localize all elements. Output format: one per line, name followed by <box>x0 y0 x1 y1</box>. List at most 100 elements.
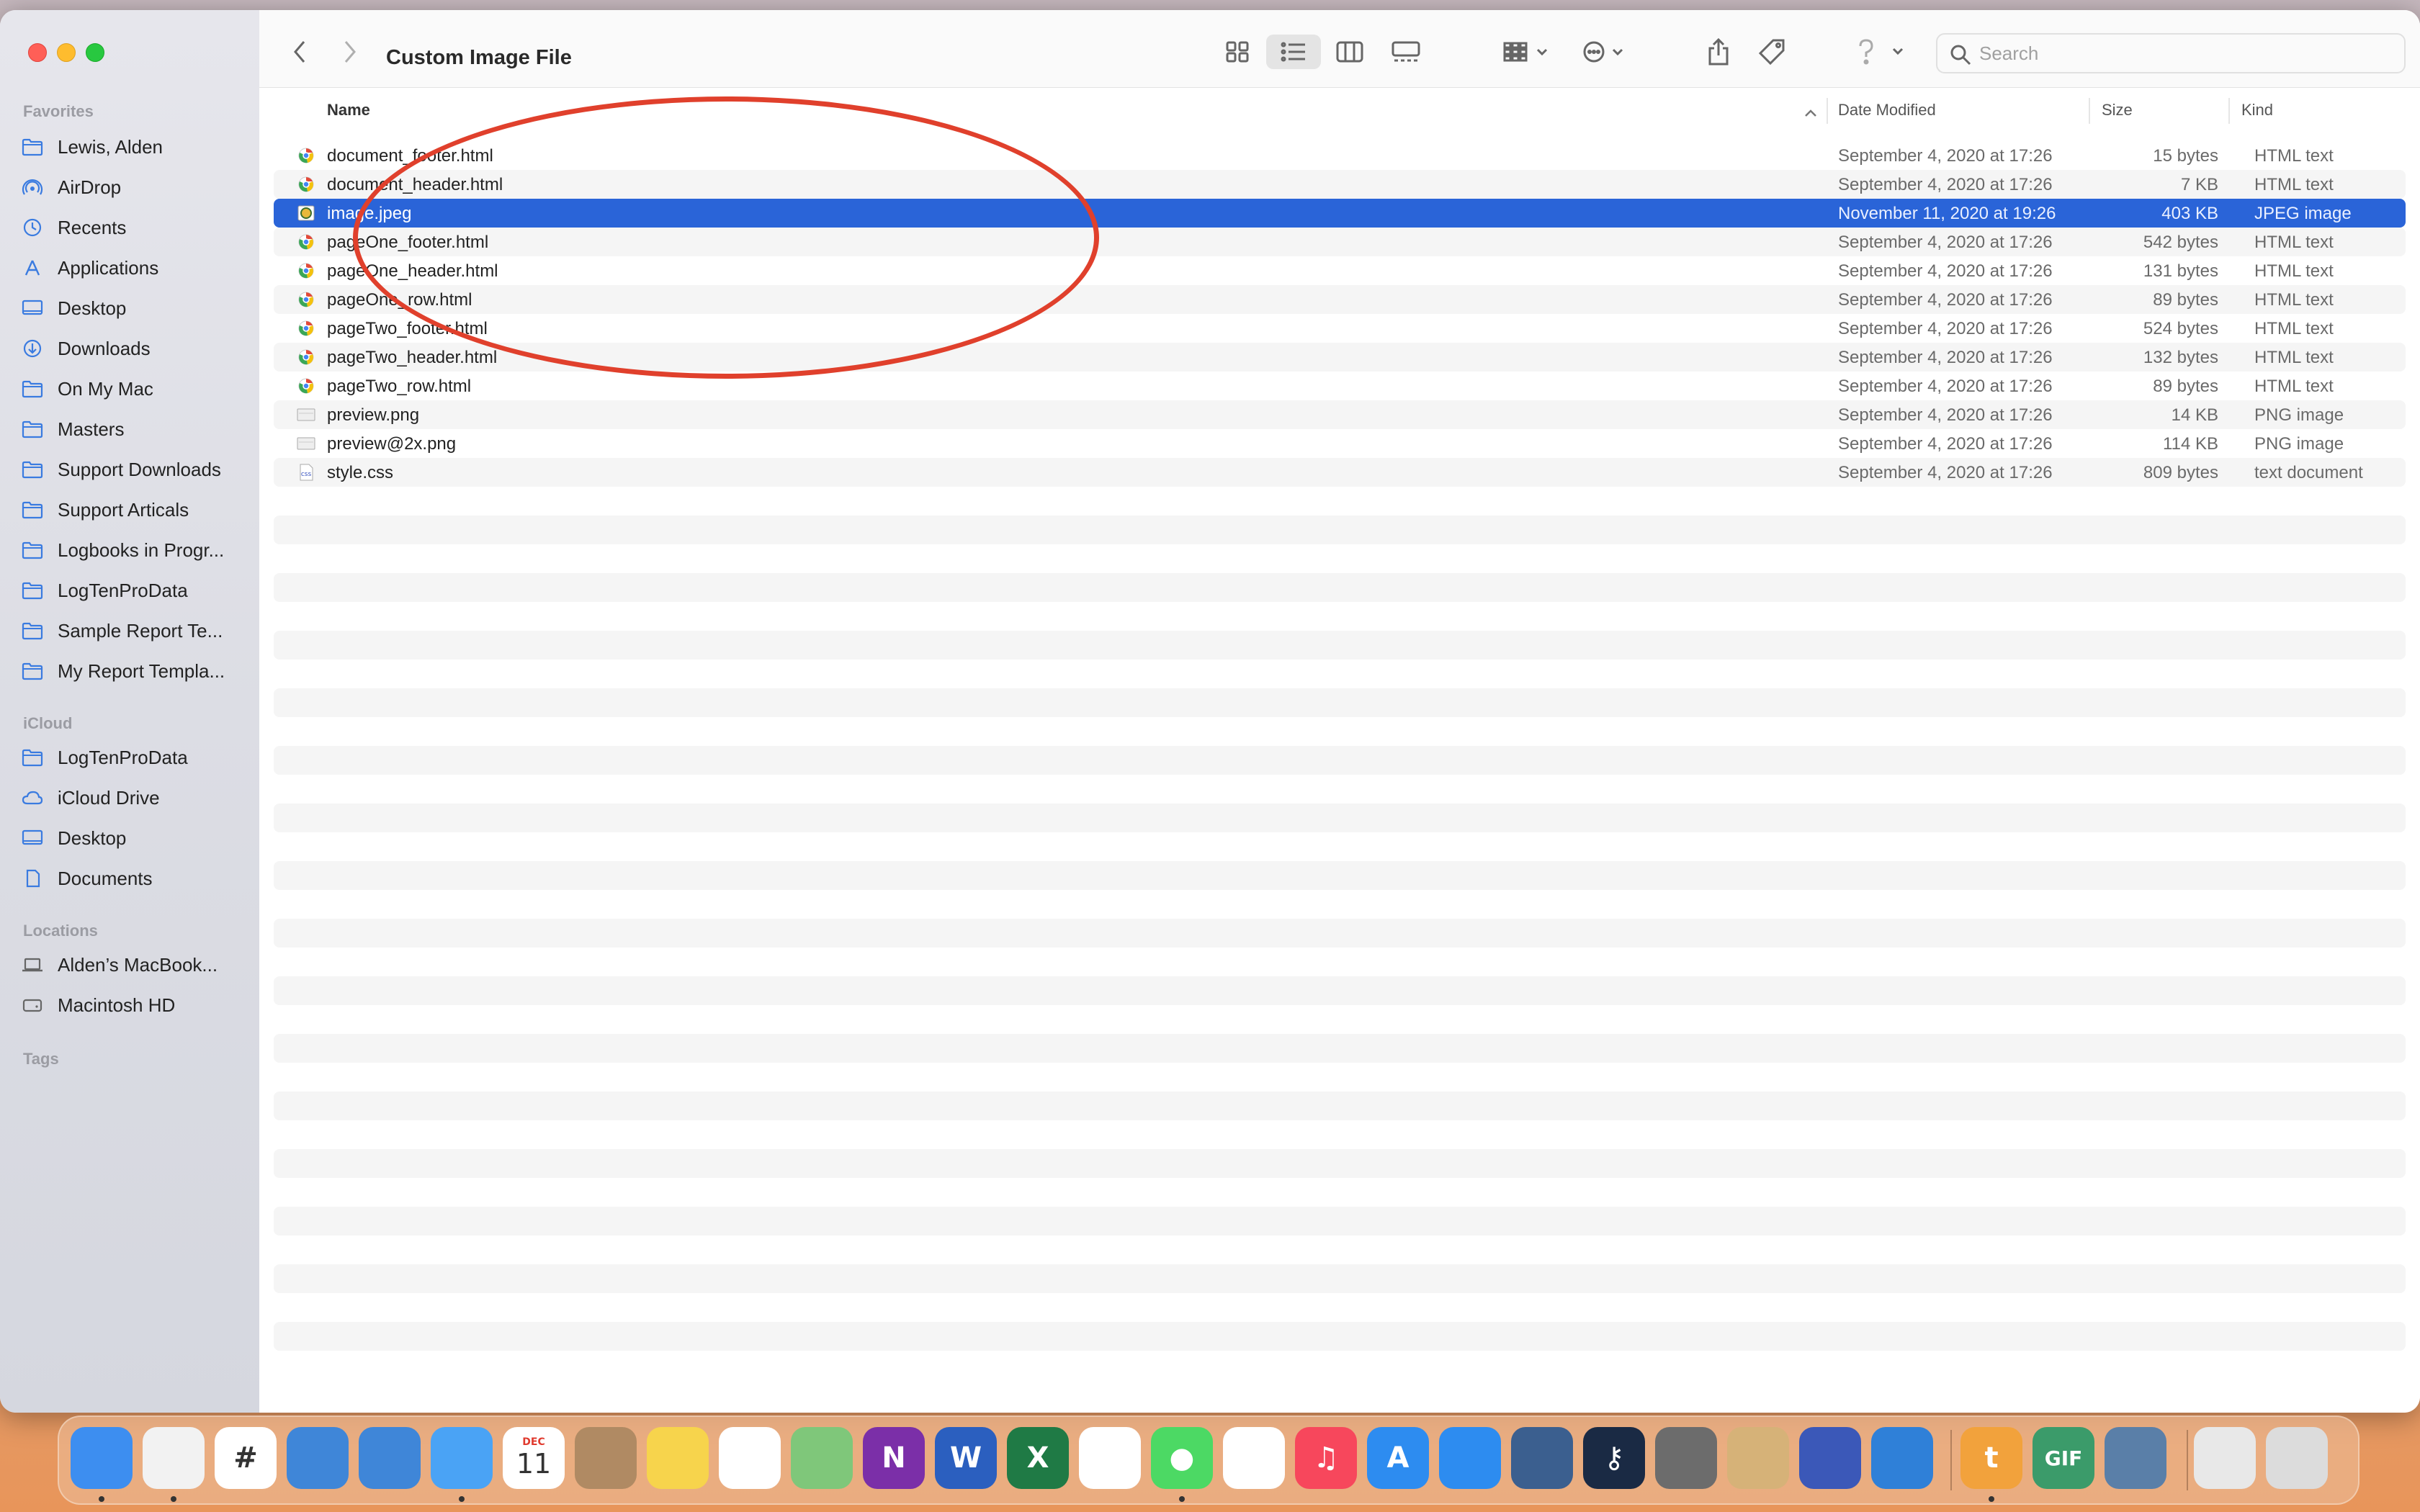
maps-icon[interactable] <box>791 1427 853 1489</box>
word-icon[interactable]: W <box>935 1427 997 1489</box>
search-field[interactable]: Search <box>1936 33 2406 73</box>
tower-icon[interactable] <box>1799 1427 1861 1489</box>
file-row[interactable]: pageTwo_header.html September 4, 2020 at … <box>274 343 2406 372</box>
app-store-icon[interactable]: A <box>1367 1427 1429 1489</box>
column-divider[interactable] <box>2228 98 2230 124</box>
sidebar-item-lewis-alden[interactable]: Lewis, Alden <box>22 130 245 164</box>
column-kind-header[interactable]: Kind <box>2241 101 2273 120</box>
gif-brewery-icon[interactable]: GIF <box>2033 1427 2094 1489</box>
sidebar-item-sample-report-te[interactable]: Sample Report Te... <box>22 613 245 648</box>
excel-icon[interactable]: X <box>1007 1427 1069 1489</box>
file-row[interactable]: preview.png September 4, 2020 at 17:26 14 … <box>274 400 2406 429</box>
group-by-button[interactable] <box>1492 35 1561 69</box>
chevron-left-icon <box>294 41 305 63</box>
chrome-icon[interactable] <box>143 1427 205 1489</box>
sidebar-item-applications[interactable]: Applications <box>22 251 245 285</box>
file-size: 132 bytes <box>2143 348 2218 367</box>
share-button[interactable] <box>1698 35 1739 69</box>
sidebar-item-location-macintosh-hd[interactable]: Macintosh HD <box>22 988 245 1022</box>
back-button[interactable] <box>285 35 314 69</box>
sidebar-item-masters[interactable]: Masters <box>22 412 245 446</box>
file-row[interactable]: preview@2x.png September 4, 2020 at 17:26… <box>274 429 2406 458</box>
file-name: preview.png <box>327 405 420 425</box>
forward-button[interactable] <box>336 35 364 69</box>
column-divider[interactable] <box>2089 98 2090 124</box>
file-row[interactable]: image.jpeg November 11, 2020 at 19:26 403 … <box>274 199 2406 228</box>
file-size: 89 bytes <box>2153 290 2218 310</box>
column-date-header[interactable]: Date Modified <box>1838 101 1936 120</box>
sort-ascending-icon[interactable] <box>1803 108 1818 118</box>
slack-icon[interactable]: # <box>215 1427 277 1489</box>
file-row[interactable]: css style.css September 4, 2020 at 17:26 80… <box>274 458 2406 487</box>
minimize-button[interactable] <box>57 43 76 62</box>
sidebar-item-logtenprodata[interactable]: LogTenProData <box>22 573 245 608</box>
html-file-icon <box>297 319 315 338</box>
sidebar-item-support-articals[interactable]: Support Articals <box>22 492 245 527</box>
column-name-header[interactable]: Name <box>327 101 370 120</box>
file-row[interactable]: pageOne_footer.html September 4, 2020 at … <box>274 228 2406 256</box>
sidebar-item-icloud-desktop[interactable]: Desktop <box>22 821 245 855</box>
contacts-icon[interactable] <box>575 1427 637 1489</box>
zoom-button[interactable] <box>86 43 104 62</box>
file-row[interactable]: pageOne_row.html September 4, 2020 at 17:… <box>274 285 2406 314</box>
sidebar-item-recents[interactable]: Recents <box>22 210 245 245</box>
icon-view-button[interactable] <box>1210 35 1265 69</box>
clock-icon <box>22 217 43 238</box>
music-icon[interactable]: ♫ <box>1295 1427 1357 1489</box>
vscode-icon[interactable] <box>1871 1427 1933 1489</box>
photos-icon[interactable] <box>1079 1427 1141 1489</box>
safari-icon[interactable] <box>1439 1427 1501 1489</box>
file-row[interactable]: pageTwo_row.html September 4, 2020 at 17:… <box>274 372 2406 400</box>
sidebar-item-label: Lewis, Alden <box>58 135 163 158</box>
onenote-icon[interactable]: N <box>863 1427 925 1489</box>
sidebar-item-desktop[interactable]: Desktop <box>22 291 245 325</box>
notes-icon[interactable] <box>647 1427 709 1489</box>
empty-row-stripe <box>274 1149 2406 1178</box>
numbers-icon[interactable] <box>1223 1427 1285 1489</box>
typora-icon[interactable]: t <box>1960 1427 2022 1489</box>
tags-button[interactable] <box>1752 35 1792 69</box>
sidebar-item-icloud-documents[interactable]: Documents <box>22 861 245 896</box>
file-name: pageTwo_row.html <box>327 377 472 396</box>
compass-icon[interactable] <box>1511 1427 1573 1489</box>
sidebar-item-location-alden-s-macbook[interactable]: Alden’s MacBook... <box>22 948 245 982</box>
sidebar-item-downloads[interactable]: Downloads <box>22 331 245 366</box>
sidebar-item-airdrop[interactable]: AirDrop <box>22 170 245 204</box>
trash-icon[interactable] <box>2266 1427 2328 1489</box>
file-row[interactable]: document_header.html September 4, 2020 at… <box>274 170 2406 199</box>
finder-icon[interactable] <box>71 1427 133 1489</box>
file-row[interactable]: pageOne_header.html September 4, 2020 at … <box>274 256 2406 285</box>
action-menu-button[interactable] <box>1574 35 1639 69</box>
sidebar-item-label: Desktop <box>58 297 127 319</box>
sidebar-item-icloud-icloud-drive[interactable]: iCloud Drive <box>22 780 245 815</box>
sidebar-header-favorites: Favorites <box>23 102 94 120</box>
sidebar-item-logbooks-in-progr[interactable]: Logbooks in Progr... <box>22 533 245 567</box>
column-size-header[interactable]: Size <box>2102 101 2133 120</box>
preview-icon[interactable] <box>2105 1427 2166 1489</box>
sidebar-item-icloud-logtenprodata[interactable]: LogTenProData <box>22 740 245 775</box>
sidebar-item-on-my-mac[interactable]: On My Mac <box>22 372 245 406</box>
system-preferences-icon[interactable] <box>1655 1427 1717 1489</box>
keychain-icon[interactable]: ⚷ <box>1583 1427 1645 1489</box>
close-button[interactable] <box>28 43 47 62</box>
list-view-button[interactable] <box>1266 35 1321 69</box>
sidebar-item-my-report-templa[interactable]: My Report Templa... <box>22 654 245 688</box>
logten-icon[interactable] <box>359 1427 421 1489</box>
dock-separator <box>1950 1430 1952 1490</box>
logten-icon[interactable] <box>287 1427 349 1489</box>
applications-icon <box>22 258 43 278</box>
messages-icon[interactable]: ● <box>1151 1427 1213 1489</box>
column-divider[interactable] <box>1827 98 1828 124</box>
archive-utility-icon[interactable] <box>1727 1427 1789 1489</box>
downloads-stack-icon[interactable] <box>2194 1427 2256 1489</box>
column-view-button[interactable] <box>1322 35 1377 69</box>
reminders-icon[interactable] <box>719 1427 781 1489</box>
gallery-view-button[interactable] <box>1377 35 1435 69</box>
help-menu-button[interactable] <box>1848 35 1913 69</box>
sidebar-item-support-downloads[interactable]: Support Downloads <box>22 452 245 487</box>
calendar-icon[interactable]: DEC 11 <box>503 1427 565 1489</box>
dock-separator <box>2187 1430 2188 1490</box>
mail-icon[interactable] <box>431 1427 493 1489</box>
file-row[interactable]: document_footer.html September 4, 2020 at… <box>274 141 2406 170</box>
file-row[interactable]: pageTwo_footer.html September 4, 2020 at … <box>274 314 2406 343</box>
